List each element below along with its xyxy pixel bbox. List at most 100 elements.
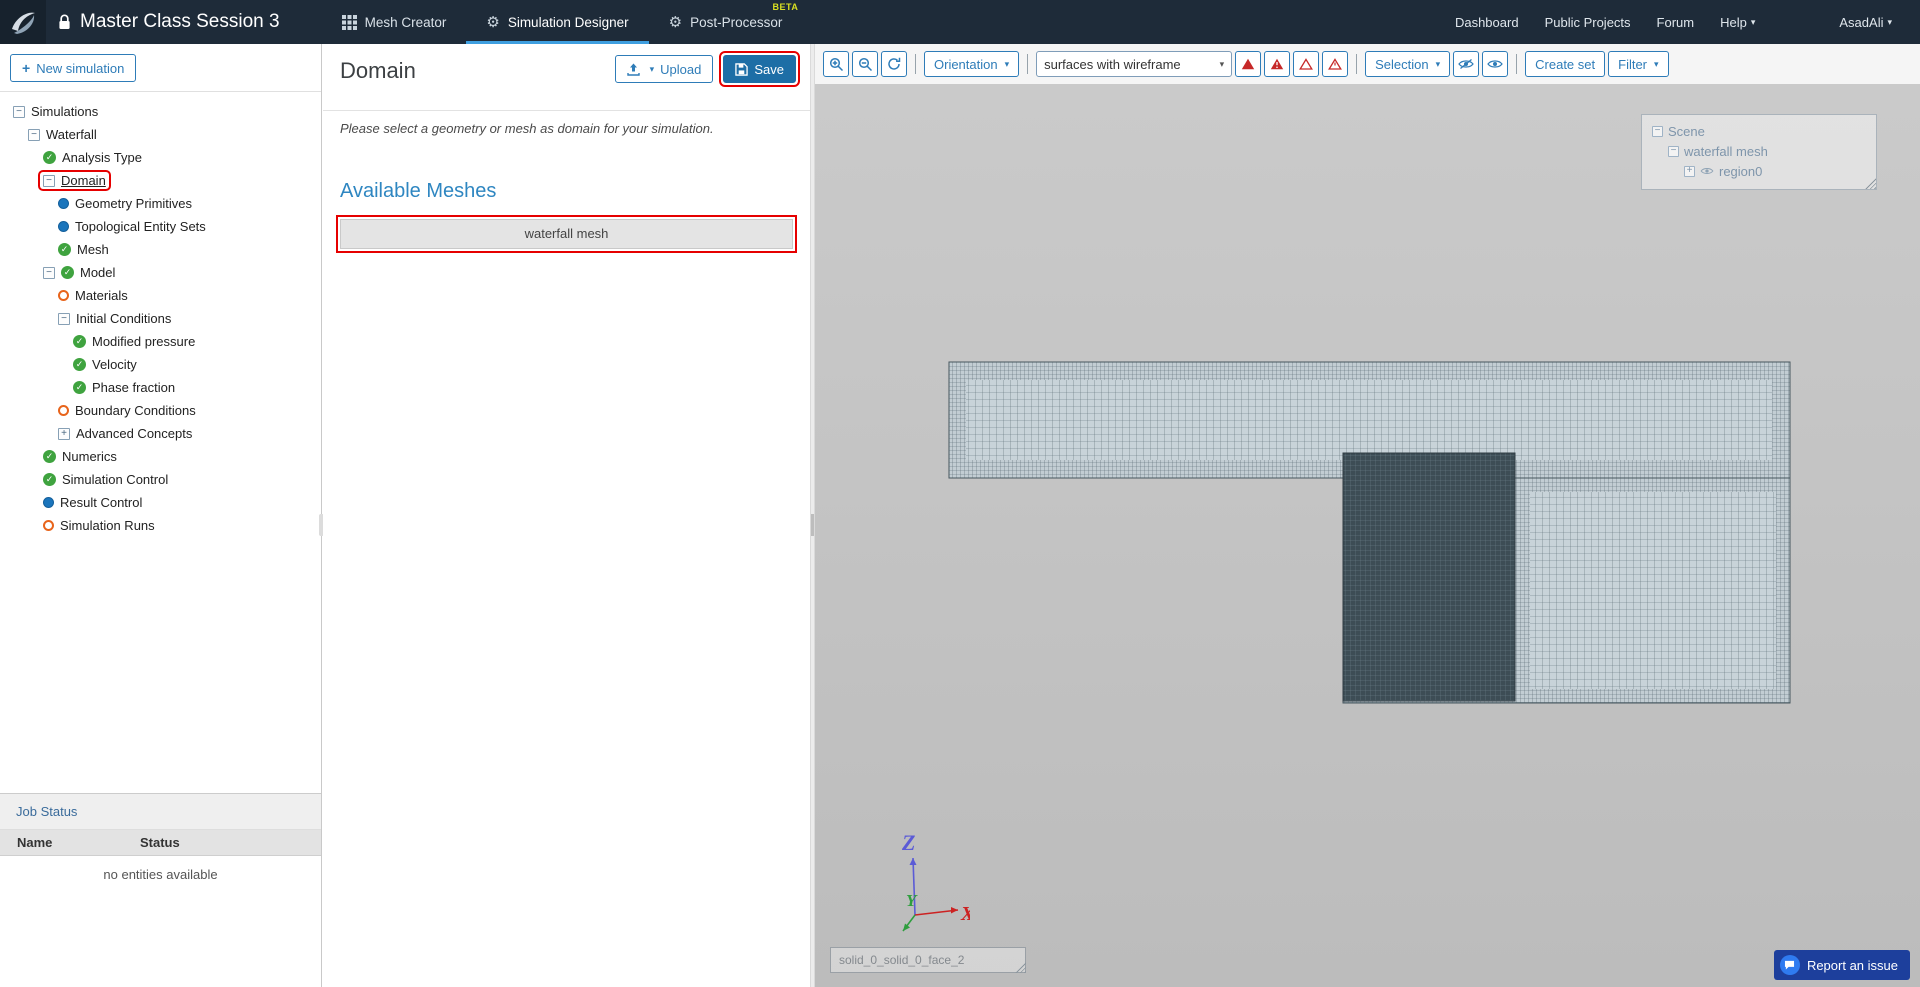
show-selection-button[interactable]: [1482, 51, 1508, 77]
tree-item-materials[interactable]: Materials: [0, 284, 321, 307]
tree-item-label: Result Control: [60, 495, 142, 510]
tree-item-label: Simulations: [31, 104, 98, 119]
panel-body: Please select a geometry or mesh as doma…: [323, 111, 810, 249]
tree-item-simulation-runs[interactable]: Simulation Runs: [0, 514, 321, 537]
tab-post-processor[interactable]: ⚙ Post-Processor BETA: [649, 0, 803, 44]
status-complete-icon: ✓: [73, 358, 86, 371]
mesh-quality-solid-button[interactable]: [1235, 51, 1261, 77]
tree-item-numerics[interactable]: ✓Numerics: [0, 445, 321, 468]
simscale-logo-icon: [8, 7, 38, 37]
tree-item-label: Phase fraction: [92, 380, 175, 395]
warning-triangle-filled-alert-icon: [1270, 58, 1284, 70]
tree-item-simulations[interactable]: −Simulations: [0, 100, 321, 123]
tree-item-label: Boundary Conditions: [75, 403, 196, 418]
status-complete-icon: ✓: [73, 381, 86, 394]
scene-tree-overlay: − Scene − waterfall mesh + region0: [1641, 114, 1877, 190]
tree-item-result-control[interactable]: Result Control: [0, 491, 321, 514]
status-incomplete-icon: [58, 405, 69, 416]
scene-tree-region[interactable]: + region0: [1652, 161, 1876, 181]
tree-item-modified-pressure[interactable]: ✓Modified pressure: [0, 330, 321, 353]
column-status: Status: [140, 835, 180, 850]
filter-button[interactable]: Filter ▾: [1608, 51, 1668, 77]
expand-icon[interactable]: +: [58, 428, 70, 440]
mesh-3d-view[interactable]: [940, 350, 1800, 710]
plus-icon: +: [22, 61, 30, 75]
status-info-icon: [43, 497, 54, 508]
beta-badge: BETA: [773, 2, 799, 12]
job-status-empty-text: no entities available: [0, 856, 321, 882]
upload-icon: [627, 63, 640, 76]
tree-item-waterfall[interactable]: −Waterfall: [0, 123, 321, 146]
zoom-in-icon: [829, 57, 844, 72]
collapse-icon[interactable]: −: [1668, 146, 1679, 157]
collapse-icon[interactable]: −: [28, 129, 40, 141]
scene-tree-root[interactable]: − Scene: [1652, 121, 1876, 141]
collapse-icon[interactable]: −: [43, 267, 55, 279]
eye-icon[interactable]: [1700, 166, 1714, 176]
mesh-list-item-waterfall-mesh[interactable]: waterfall mesh: [340, 219, 793, 249]
chevron-down-icon: ▾: [1654, 59, 1659, 70]
tree-item-analysis-type[interactable]: ✓Analysis Type: [0, 146, 321, 169]
tree-item-label: Mesh: [77, 242, 109, 257]
user-menu[interactable]: AsadAli▾: [1839, 15, 1892, 30]
hide-selection-button[interactable]: [1453, 51, 1479, 77]
orientation-button[interactable]: Orientation ▾: [924, 51, 1019, 77]
tree-item-domain[interactable]: −Domain: [0, 169, 321, 192]
selected-face-input[interactable]: [830, 947, 1026, 973]
chat-bubble-icon: [1780, 955, 1800, 975]
app-logo[interactable]: [0, 0, 46, 44]
create-set-button[interactable]: Create set: [1525, 51, 1605, 77]
tree-item-velocity[interactable]: ✓Velocity: [0, 353, 321, 376]
tab-mesh-creator[interactable]: Mesh Creator: [322, 0, 467, 44]
tree-item-phase-fraction[interactable]: ✓ Phase fraction: [0, 376, 321, 399]
tree-item-label: Model: [80, 265, 115, 280]
collapse-icon[interactable]: −: [58, 313, 70, 325]
splitter-handle[interactable]: [811, 514, 814, 536]
waterfall-mesh-geometry[interactable]: [949, 362, 1790, 703]
create-set-label: Create set: [1535, 57, 1595, 72]
upload-button[interactable]: ▾ Upload: [615, 55, 714, 83]
tree-item-advanced-concepts[interactable]: +Advanced Concepts: [0, 422, 321, 445]
tree-item-label: Materials: [75, 288, 128, 303]
save-label: Save: [754, 62, 784, 77]
scene-mesh-label: waterfall mesh: [1684, 144, 1768, 159]
mesh-quality-alert-button[interactable]: [1264, 51, 1290, 77]
gear-icon: ⚙: [669, 15, 682, 30]
report-issue-button[interactable]: Report an issue: [1774, 950, 1910, 980]
collapse-icon[interactable]: −: [43, 175, 55, 187]
expand-icon[interactable]: +: [1684, 166, 1695, 177]
new-simulation-button[interactable]: + New simulation: [10, 54, 136, 82]
tree-item-mesh[interactable]: ✓Mesh: [0, 238, 321, 261]
tree-item-boundary-conditions[interactable]: Boundary Conditions: [0, 399, 321, 422]
selection-button[interactable]: Selection ▾: [1365, 51, 1450, 77]
save-icon: [735, 63, 748, 76]
viewport-pane: Orientation ▾ surfaces with wireframe ▾: [815, 44, 1920, 987]
chevron-down-icon: ▾: [1005, 59, 1010, 70]
tab-simulation-designer[interactable]: ⚙ Simulation Designer: [466, 0, 648, 44]
tree-item-simulation-control[interactable]: ✓Simulation Control: [0, 468, 321, 491]
simulation-tree: −Simulations−Waterfall✓Analysis Type−Dom…: [0, 92, 321, 537]
zoom-out-button[interactable]: [852, 51, 878, 77]
render-mode-select[interactable]: surfaces with wireframe ▾: [1036, 51, 1232, 77]
warning-triangle-outline-alert-icon: [1328, 58, 1342, 70]
help-menu[interactable]: Help▾: [1720, 15, 1755, 30]
save-button[interactable]: Save: [723, 55, 796, 83]
forum-link[interactable]: Forum: [1657, 15, 1695, 30]
collapse-icon[interactable]: −: [1652, 126, 1663, 137]
tree-item-model[interactable]: −✓Model: [0, 261, 321, 284]
mesh-quality-outline-alert-button[interactable]: [1322, 51, 1348, 77]
public-projects-link[interactable]: Public Projects: [1545, 15, 1631, 30]
chevron-down-icon: ▾: [1751, 17, 1756, 28]
refresh-view-button[interactable]: [881, 51, 907, 77]
zoom-in-button[interactable]: [823, 51, 849, 77]
tree-item-topological-entity-sets[interactable]: Topological Entity Sets: [0, 215, 321, 238]
mesh-quality-outline-button[interactable]: [1293, 51, 1319, 77]
collapse-icon[interactable]: −: [13, 106, 25, 118]
scene-tree-mesh[interactable]: − waterfall mesh: [1652, 141, 1876, 161]
axis-triad: Z X Y: [870, 830, 970, 945]
save-highlight-annotation: Save: [723, 55, 796, 83]
tree-item-initial-conditions[interactable]: −Initial Conditions: [0, 307, 321, 330]
dashboard-link[interactable]: Dashboard: [1455, 15, 1519, 30]
refresh-icon: [887, 57, 901, 71]
tree-item-geometry-primitives[interactable]: Geometry Primitives: [0, 192, 321, 215]
